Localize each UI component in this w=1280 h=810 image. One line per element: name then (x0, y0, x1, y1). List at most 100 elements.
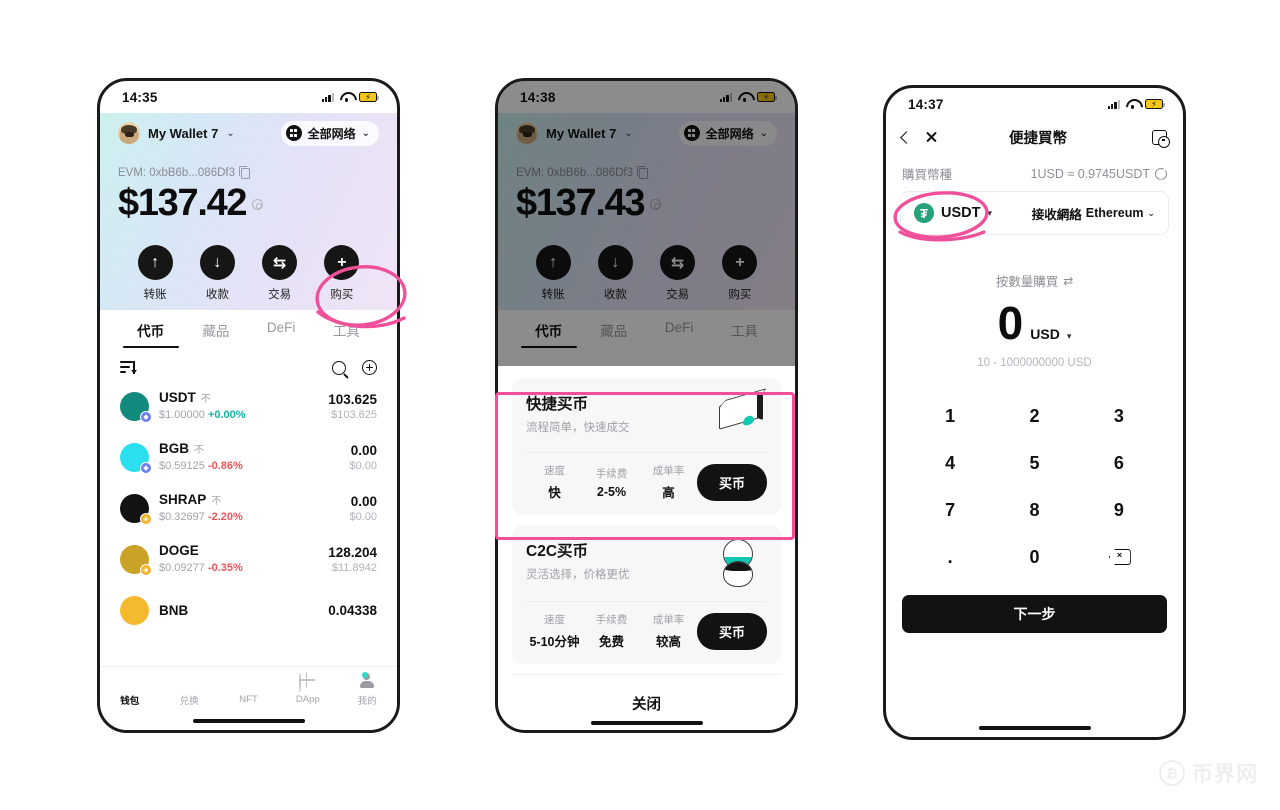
nav-wallet[interactable]: 钱包 (105, 673, 155, 707)
wallet-name: My Wallet 7 (148, 125, 219, 141)
key-9[interactable]: 9 (1077, 487, 1161, 534)
amount-mode-toggle[interactable]: 按數量購買 ⇄ (996, 271, 1074, 290)
token-info: SHRAP 不 $0.32697 -2.20% (159, 492, 339, 525)
battery-charging-icon: ⚡ (359, 91, 380, 103)
key-3[interactable]: 3 (1077, 393, 1161, 440)
key-7[interactable]: 7 (908, 487, 992, 534)
tab-collectibles[interactable]: 藏品 (183, 310, 248, 348)
add-token-icon[interactable] (362, 360, 377, 375)
key-decimal[interactable]: . (908, 534, 992, 581)
key-1[interactable]: 1 (908, 393, 992, 440)
bank-card-icon (713, 392, 767, 438)
stat-key: 速度 (544, 614, 565, 626)
action-receive[interactable]: ↓ 收款 (191, 245, 243, 302)
key-4[interactable]: 4 (908, 440, 992, 487)
token-symbol: USDT (159, 390, 196, 405)
nav-dapp[interactable]: DApp (283, 673, 333, 705)
stat-success-rate: 成单率 较高 (640, 612, 697, 650)
action-label: 购买 (330, 289, 354, 301)
key-5[interactable]: 5 (992, 440, 1076, 487)
stat-value: 免费 (598, 635, 624, 649)
table-row[interactable]: BNB 0.04338 (120, 585, 377, 636)
amount-range-hint: 10 - 1000000000 USD (977, 357, 1092, 369)
plus-icon: + (324, 245, 360, 280)
key-0[interactable]: 0 (992, 534, 1076, 581)
table-row[interactable]: ◈ DOGE $0.09277 -0.35% 128.204 $11.8942 (120, 534, 377, 585)
chevron-down-icon[interactable]: ▾ (1067, 331, 1072, 342)
tab-defi[interactable]: DeFi (249, 310, 314, 348)
nav-exchange[interactable]: 兑换 (164, 673, 214, 707)
chevron-left-icon[interactable] (900, 130, 913, 144)
search-icon[interactable] (332, 360, 346, 375)
amount-value[interactable]: 0 (998, 299, 1024, 347)
swap-vertical-icon: ⇄ (1063, 273, 1074, 288)
buy-button[interactable]: 买币 (697, 612, 768, 650)
tab-tools[interactable]: 工具 (314, 310, 379, 348)
stat-speed: 速度 快 (526, 463, 583, 501)
action-trade[interactable]: ⇆ 交易 (254, 245, 306, 302)
battery-charging-icon: ⚡ (757, 91, 778, 103)
token-info: BNB (159, 603, 318, 618)
chevron-down-icon: ⌄ (759, 127, 768, 139)
stat-key: 速度 (544, 465, 565, 477)
token-list: ◆ USDT 不 $1.00000 +0.00% 103.625 $103.62… (100, 381, 397, 666)
card-text: C2C买币 灵活选择，价格更优 (526, 539, 630, 582)
network-filter-pill[interactable]: 全部网络 ⌄ (280, 120, 379, 146)
quick-buy-card[interactable]: 快捷买币 流程简单，快速成交 速度 快 手续费 2-5% 成单率 高 买币 (512, 378, 781, 515)
tab-tokens[interactable]: 代币 (118, 310, 183, 348)
key-2[interactable]: 2 (992, 393, 1076, 440)
chevron-down-icon: ⌄ (624, 127, 633, 139)
wallet-address: EVM: 0xbB6b...086Df3 (516, 167, 633, 179)
token-chain-badge: ◈ (140, 564, 152, 576)
balance-row: $137.42 (118, 181, 379, 225)
quick-actions: ↑ 转账 ↓ 收款 ⇆ 交易 + 购买 (516, 245, 777, 302)
token-value: $0.00 (349, 511, 377, 523)
action-label: 转账 (541, 289, 565, 301)
address-row[interactable]: EVM: 0xbB6b...086Df3 (118, 166, 379, 179)
table-row[interactable]: ◆ USDT 不 $1.00000 +0.00% 103.625 $103.62… (120, 381, 377, 432)
copy-icon[interactable] (238, 166, 250, 179)
nav-nft[interactable]: NFT (223, 674, 273, 705)
next-button[interactable]: 下一步 (902, 595, 1167, 633)
token-chain-badge: ◆ (140, 462, 152, 474)
c2c-buy-card[interactable]: C2C买币 灵活选择，价格更优 速度 5-10分钟 手续费 免费 成单率 较高 … (512, 525, 781, 664)
key-backspace[interactable]: × (1077, 534, 1161, 581)
token-amount: 103.625 (328, 392, 377, 407)
coin-selector[interactable]: ₮ USDT ▾ (914, 203, 992, 223)
amount-currency[interactable]: USD (1030, 326, 1060, 342)
phone2-tabs: 代币 藏品 DeFi 工具 (498, 310, 795, 348)
backspace-icon: × (1109, 549, 1129, 563)
stat-key: 手续费 (595, 614, 628, 626)
arrow-up-icon: ↑ (137, 245, 173, 280)
phone3-app-bar: 便捷買幣 (886, 120, 1183, 154)
sort-icon[interactable] (120, 361, 137, 374)
close-icon[interactable] (925, 131, 938, 144)
nav-profile[interactable]: 我的 (342, 671, 392, 707)
action-send[interactable]: ↑ 转账 (129, 245, 181, 302)
watermark: ₿ 币界网 (1159, 758, 1258, 788)
token-balance-col: 103.625 $103.625 (328, 392, 377, 421)
network-filter-pill: 全部网络 ⌄ (678, 120, 777, 146)
phone1-status-bar: 14:35 ⚡ (100, 81, 397, 113)
refresh-icon[interactable] (1155, 167, 1167, 180)
close-sheet-button[interactable]: 关闭 (512, 674, 781, 714)
action-label: 交易 (666, 289, 690, 301)
wifi-icon (340, 92, 353, 103)
key-8[interactable]: 8 (992, 487, 1076, 534)
table-row[interactable]: ◆ BGB 不 $0.59125 -0.86% 0.00 $0.00 (120, 432, 377, 483)
status-time: 14:35 (122, 89, 158, 105)
history-icon[interactable] (1152, 129, 1170, 148)
action-buy[interactable]: + 购买 (316, 245, 368, 302)
phone1-wallet-header: My Wallet 7 ⌄ 全部网络 ⌄ EVM: 0xbB6b...086Df… (100, 113, 397, 310)
table-row[interactable]: ◈ SHRAP 不 $0.32697 -2.20% 0.00 $0.00 (120, 483, 377, 534)
key-6[interactable]: 6 (1077, 440, 1161, 487)
eye-toggle-icon[interactable] (252, 199, 264, 210)
stat-value: 较高 (655, 635, 681, 649)
buy-button[interactable]: 买币 (697, 463, 768, 501)
signal-icon (321, 92, 334, 102)
balance-row: $137.43 (516, 181, 777, 225)
buy-options-sheet: 快捷买币 流程简单，快速成交 速度 快 手续费 2-5% 成单率 高 买币 C2… (498, 366, 795, 714)
nav-label: 我的 (357, 695, 377, 707)
wallet-selector[interactable]: My Wallet 7 ⌄ (118, 122, 235, 144)
network-selector[interactable]: 接收網絡 Ethereum ⌄ (1032, 204, 1155, 223)
